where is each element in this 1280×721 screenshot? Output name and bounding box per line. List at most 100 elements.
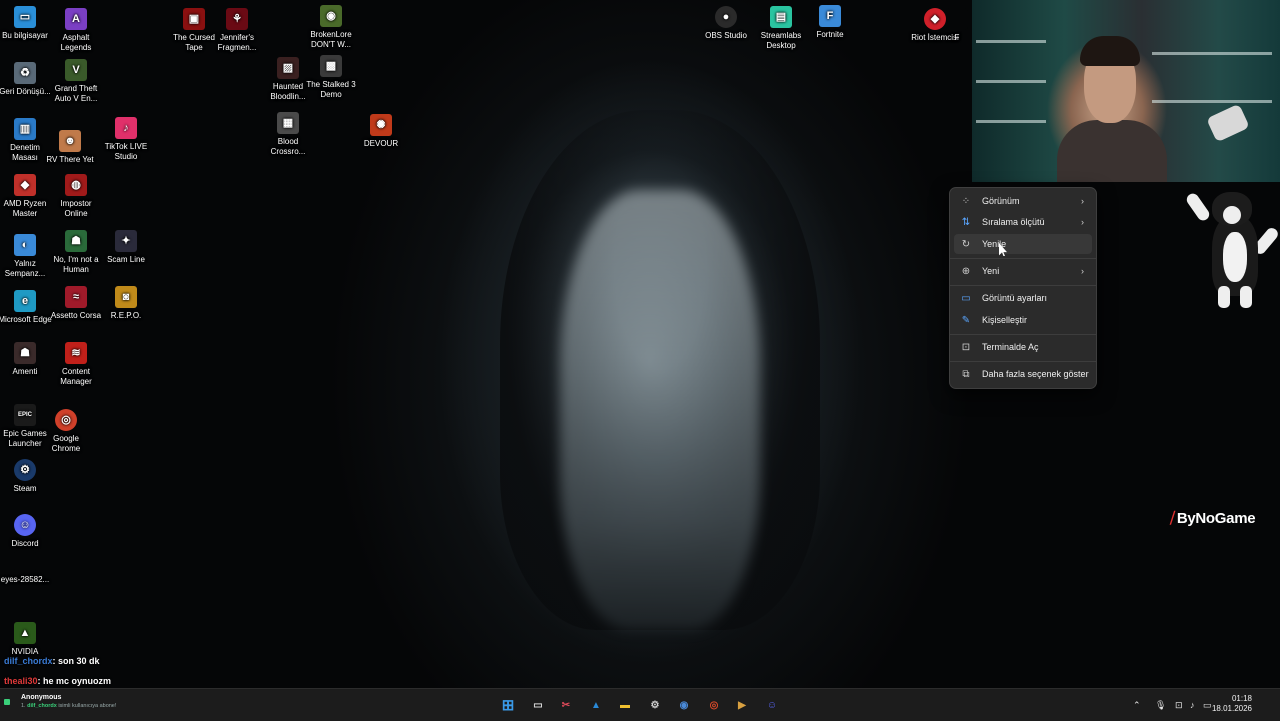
cat-belly xyxy=(1223,232,1247,282)
chevron-up-icon[interactable]: ⌃ xyxy=(1133,700,1141,711)
photos-icon[interactable]: ▲ xyxy=(588,697,604,713)
control-panel-icon: ▥ xyxy=(14,118,36,140)
desktop-icon-label: Impostor Online xyxy=(60,199,92,218)
tiktok-icon: ♪ xyxy=(115,117,137,139)
menu-item-personalize[interactable]: ✎ Kişiselleştir xyxy=(954,310,1092,330)
menu-item-open-terminal[interactable]: ⊡ Terminalde Aç xyxy=(954,337,1092,357)
chat-message: theali30: he mc oynuozm xyxy=(4,676,111,686)
desktop-icon-label: Amenti xyxy=(12,367,38,376)
desktop-icon-label: Blood Crossro... xyxy=(270,137,306,156)
chat-text: : he mc oynuozm xyxy=(37,676,112,686)
desktop-icon-asphalt[interactable]: A Asphalt Legends xyxy=(48,8,104,53)
menu-item-label: Sıralama ölçütü xyxy=(982,217,1045,227)
desktop-icon-jennifer[interactable]: ⚘ Jennifer's Fragmen... xyxy=(209,8,265,53)
system-clock[interactable]: 01:18 18.01.2026 xyxy=(1212,694,1252,714)
chrome-icon[interactable]: ◎ xyxy=(706,697,722,713)
streamlabs-icon: ▤ xyxy=(770,6,792,28)
desktop-icon-edge[interactable]: e Microsoft Edge xyxy=(0,290,53,325)
image-file-icon xyxy=(14,550,36,572)
network-icon[interactable]: ⊡ xyxy=(1175,700,1183,711)
cat-face xyxy=(1223,206,1241,224)
amd-icon: ◆ xyxy=(14,174,36,196)
app-icon[interactable]: ⚙ xyxy=(647,697,663,713)
desktop-icon-label: R.E.P.O. xyxy=(110,311,142,320)
desktop-icon-obs[interactable]: ● OBS Studio xyxy=(698,6,754,41)
menu-item-sort-by[interactable]: ⇅ Sıralama ölçütü › xyxy=(954,212,1092,232)
menu-separator xyxy=(950,361,1096,362)
chevron-right-icon: › xyxy=(1081,217,1084,227)
desktop-icon-chrome[interactable]: ◎ Google Chrome xyxy=(38,409,94,454)
shelf xyxy=(1152,100,1272,103)
menu-item-view[interactable]: ⁘ Görünüm › xyxy=(954,191,1092,211)
menu-item-more-options[interactable]: ⧉ Daha fazla seçenek göster xyxy=(954,364,1092,384)
volume-icon[interactable]: ♪ xyxy=(1190,700,1195,710)
desktop-icon-label: Discord xyxy=(11,539,39,548)
fortnite-icon: F xyxy=(819,5,841,27)
desktop-icon-discord[interactable]: ☺ Discord xyxy=(0,514,53,549)
menu-separator xyxy=(950,285,1096,286)
desktop-icon-label: Bu bilgisayar xyxy=(2,31,48,40)
discord-icon[interactable]: ☺ xyxy=(764,697,780,713)
media-icon[interactable]: ▶ xyxy=(734,697,750,713)
desktop-icon-label: Assetto Corsa xyxy=(50,311,102,320)
desktop-icon-label: Jennifer's Fragmen... xyxy=(217,33,257,52)
steam-icon[interactable]: ◉ xyxy=(676,697,692,713)
microphone xyxy=(1206,103,1250,143)
microphone-icon[interactable]: 🎙 xyxy=(1155,700,1166,711)
desktop-icon-stalked[interactable]: ▩ The Stalked 3 Demo xyxy=(303,55,359,100)
clock-date: 18.01.2026 xyxy=(1211,704,1252,713)
desktop-icon-streamlabs[interactable]: ▤ Streamlabs Desktop xyxy=(753,6,809,51)
desktop-icon-nvidia[interactable]: ▲ NVIDIA xyxy=(0,622,53,657)
notification-text: isimli kullanıcıya abone! xyxy=(58,703,117,709)
desktop-icon-not-human[interactable]: ☗ No, I'm not a Human xyxy=(48,230,104,275)
desktop-icon-eyes[interactable]: eyes-28582... xyxy=(0,550,53,585)
desktop-icon-label: No, I'm not a Human xyxy=(53,255,99,274)
battery-icon[interactable]: ▭ xyxy=(1203,700,1212,711)
rv-icon: ☻ xyxy=(59,130,81,152)
desktop-icon-yalniz[interactable]: ◐ Yalnız Sempanz... xyxy=(0,234,53,279)
desktop-icon-rv-there-yet[interactable]: ☻ RV There Yet xyxy=(42,130,98,165)
desktop-icon-bu-bilgisayar[interactable]: ▭ Bu bilgisayar xyxy=(0,6,53,41)
terminal-icon: ⊡ xyxy=(961,341,971,353)
menu-item-new[interactable]: ⊕ Yeni › xyxy=(954,261,1092,281)
notification-title: Anonymous xyxy=(21,694,62,701)
desktop-icon-blood-crossroads[interactable]: ▦ Blood Crossro... xyxy=(260,112,316,157)
menu-separator xyxy=(950,334,1096,335)
desktop-icon-devour[interactable]: ✺ DEVOUR xyxy=(353,114,409,149)
amenti-icon: ☗ xyxy=(14,342,36,364)
desktop-icon-amenti[interactable]: ☗ Amenti xyxy=(0,342,53,377)
snipping-tool-icon[interactable]: ✂ xyxy=(558,697,574,713)
start-icon[interactable]: ⊞ xyxy=(500,697,516,714)
desktop-icon-steam[interactable]: ⚙ Steam xyxy=(0,459,53,494)
sponsor-name: ByNoGame xyxy=(1176,510,1256,527)
desktop-icon-amd[interactable]: ◆ AMD Ryzen Master xyxy=(0,174,53,219)
desktop-icon-geri-donusum[interactable]: ♻ Geri Dönüşü... xyxy=(0,62,53,97)
cat-leg xyxy=(1218,286,1230,308)
desktop-icon-repo[interactable]: ◙ R.E.P.O. xyxy=(98,286,154,321)
menu-item-display-settings[interactable]: ▭ Görüntü ayarları xyxy=(954,288,1092,308)
desktop-icon-label: F xyxy=(954,33,960,42)
desktop-icon-assetto[interactable]: ≈ Assetto Corsa xyxy=(48,286,104,321)
cat-leg xyxy=(1240,286,1252,308)
chevron-right-icon: › xyxy=(1081,196,1084,206)
desktop-icon-gta-v[interactable]: V Grand Theft Auto V En... xyxy=(48,59,104,104)
partial-app-icon xyxy=(946,8,968,30)
menu-item-refresh[interactable]: ↻ Yenile xyxy=(954,234,1092,254)
desktop-icon-label: The Stalked 3 Demo xyxy=(306,80,356,99)
file-explorer-icon[interactable]: ▬ xyxy=(617,697,633,713)
desktop-icon-brokenlore[interactable]: ◉ BrokenLore DON'T W... xyxy=(303,5,359,50)
desktop-icon-partial[interactable]: F xyxy=(942,8,972,43)
desktop-icon-fortnite[interactable]: F Fortnite xyxy=(802,5,858,40)
chat-username: dilf_chordx xyxy=(4,656,53,666)
desktop-icon-label: Microsoft Edge xyxy=(0,315,52,324)
clock-time: 01:18 xyxy=(1231,694,1252,703)
desktop-icon-content-manager[interactable]: ≋ Content Manager xyxy=(48,342,104,387)
desktop-icon-scam-line[interactable]: ✦ Scam Line xyxy=(98,230,154,265)
shelf xyxy=(976,120,1046,123)
desktop-icon-impostor[interactable]: ◍ Impostor Online xyxy=(48,174,104,219)
steam-icon: ⚙ xyxy=(14,459,36,481)
nvidia-icon: ▲ xyxy=(14,622,36,644)
task-view-icon[interactable]: ▭ xyxy=(530,697,546,713)
desktop-icon-tiktok[interactable]: ♪ TikTok LIVE Studio xyxy=(98,117,154,162)
desktop-icon-label: Steam xyxy=(13,484,37,493)
